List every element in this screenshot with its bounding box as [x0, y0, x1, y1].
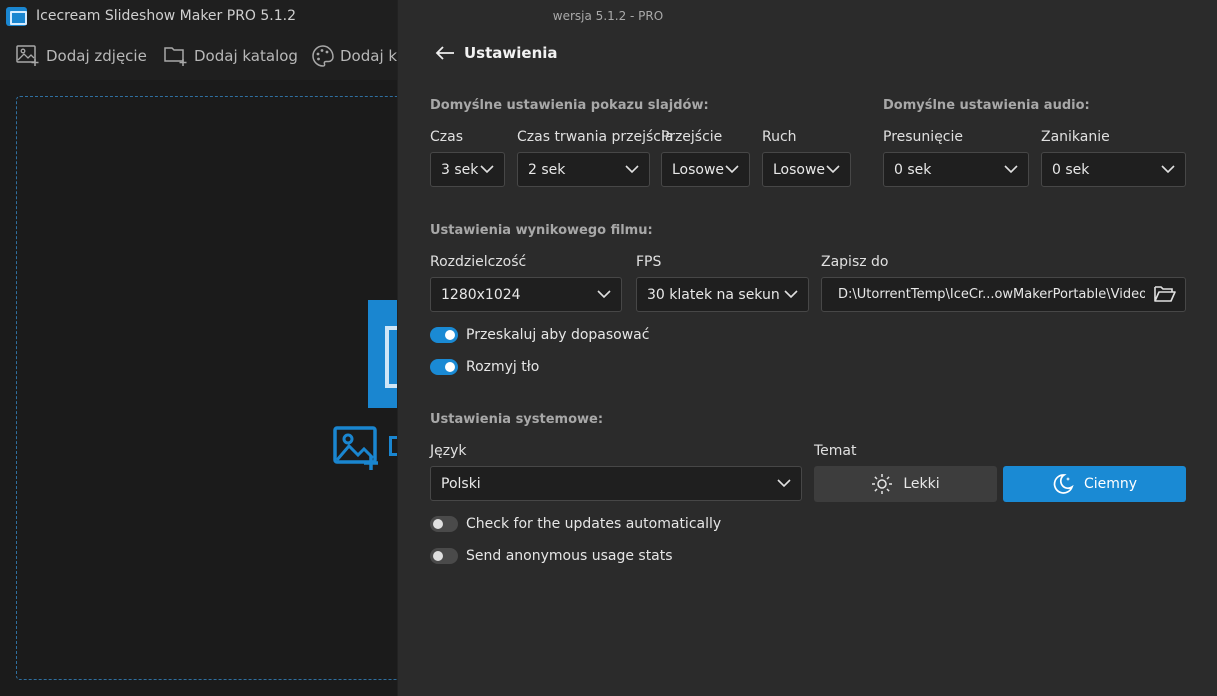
stats-toggle-row[interactable]: Send anonymous usage stats [430, 548, 673, 564]
offset-label: Presunięcie [883, 129, 964, 145]
save-to-field[interactable]: D:\UtorrentTemp\IceCr...owMakerPortable\… [821, 277, 1186, 312]
chevron-down-icon [1161, 165, 1175, 174]
back-button[interactable]: Ustawienia [434, 44, 558, 62]
app-title: Icecream Slideshow Maker PRO 5.1.2 [36, 8, 297, 24]
sun-icon [872, 474, 893, 494]
app-titlebar: Icecream Slideshow Maker PRO 5.1.2 [0, 0, 397, 34]
add-folder-button[interactable]: Dodaj katalog [164, 45, 298, 67]
theme-light-button[interactable]: Lekki [814, 466, 997, 502]
page-title: Ustawienia [464, 44, 558, 62]
updates-toggle-row[interactable]: Check for the updates automatically [430, 516, 721, 532]
theme-dark-label: Ciemny [1083, 476, 1138, 492]
offset-select[interactable]: 0 sek [883, 152, 1029, 187]
duration-select[interactable]: 3 sek [430, 152, 505, 187]
blur-background-toggle[interactable] [430, 359, 458, 375]
add-image-icon [333, 426, 378, 470]
slideshow-section-title: Domyślne ustawienia pokazu slajdów: [430, 98, 709, 113]
add-photo-icon [16, 45, 39, 66]
fade-label: Zanikanie [1041, 129, 1110, 145]
duration-label: Czas [430, 129, 463, 145]
folder-open-icon[interactable] [1153, 283, 1177, 305]
fps-label: FPS [636, 254, 662, 270]
theme-light-label: Lekki [903, 476, 940, 492]
transition-duration-select[interactable]: 2 sek [517, 152, 650, 187]
updates-toggle[interactable] [430, 516, 458, 532]
resolution-select[interactable]: 1280x1024 [430, 277, 622, 312]
add-color-label: Dodaj ko [340, 47, 406, 65]
app-toolbar: Dodaj zdjęcie Dodaj katalog Dodaj ko [0, 34, 406, 80]
slides-drop-area[interactable] [16, 96, 406, 680]
output-section-title: Ustawienia wynikowego filmu: [430, 223, 653, 238]
add-photo-button[interactable]: Dodaj zdjęcie [16, 45, 147, 67]
chevron-down-icon [597, 290, 611, 299]
blur-label: Rozmyj tło [466, 359, 540, 375]
chevron-down-icon [777, 479, 791, 488]
chevron-down-icon [1004, 165, 1018, 174]
chevron-down-icon [826, 165, 840, 174]
fps-select[interactable]: 30 klatek na sekundę [636, 277, 809, 312]
chevron-down-icon [480, 165, 494, 174]
app-logo-icon [6, 7, 27, 26]
rescale-label: Przeskaluj aby dopasować [466, 327, 650, 343]
add-folder-icon [164, 47, 187, 66]
save-to-label: Zapisz do [821, 254, 889, 270]
motion-label: Ruch [762, 129, 797, 145]
fps-value: 30 klatek na sekundę [647, 286, 780, 303]
rescale-toggle[interactable] [430, 327, 458, 343]
theme-dark-button[interactable]: Ciemny [1003, 466, 1186, 502]
language-label: Język [430, 443, 467, 459]
palette-icon [312, 45, 334, 67]
transition-label: Przejście [661, 129, 723, 145]
transition-select[interactable]: Losowe [661, 152, 750, 187]
fade-select[interactable]: 0 sek [1041, 152, 1186, 187]
updates-label: Check for the updates automatically [466, 516, 722, 532]
resolution-value: 1280x1024 [441, 286, 521, 303]
add-color-button[interactable]: Dodaj ko [312, 45, 406, 67]
transition-duration-label: Czas trwania przejścia [517, 129, 674, 145]
add-folder-large-icon [389, 436, 397, 456]
language-value: Polski [441, 475, 481, 492]
moon-icon [1053, 474, 1074, 494]
arrow-left-icon [435, 46, 454, 60]
resolution-label: Rozdzielczość [430, 254, 527, 270]
chevron-down-icon [725, 165, 739, 174]
settings-panel: wersja 5.1.2 - PRO Ustawienia Domyślne u… [397, 0, 1217, 696]
duration-value: 3 sek [441, 161, 479, 178]
slideshow-placeholder-icon [368, 300, 401, 408]
audio-section-title: Domyślne ustawienia audio: [883, 98, 1090, 113]
motion-select[interactable]: Losowe [762, 152, 851, 187]
chevron-down-icon [625, 165, 639, 174]
language-select[interactable]: Polski [430, 466, 802, 501]
save-to-path: D:\UtorrentTemp\IceCr...owMakerPortable\… [838, 287, 1145, 302]
version-label: wersja 5.1.2 - PRO [552, 9, 664, 23]
system-section-title: Ustawienia systemowe: [430, 412, 604, 427]
theme-label: Temat [814, 443, 857, 459]
chevron-down-icon [784, 290, 798, 299]
rescale-toggle-row[interactable]: Przeskaluj aby dopasować [430, 327, 649, 343]
add-photo-label: Dodaj zdjęcie [46, 47, 147, 65]
stats-label: Send anonymous usage stats [466, 548, 673, 564]
blur-toggle-row[interactable]: Rozmyj tło [430, 359, 539, 375]
add-folder-label: Dodaj katalog [194, 47, 298, 65]
stats-toggle[interactable] [430, 548, 458, 564]
